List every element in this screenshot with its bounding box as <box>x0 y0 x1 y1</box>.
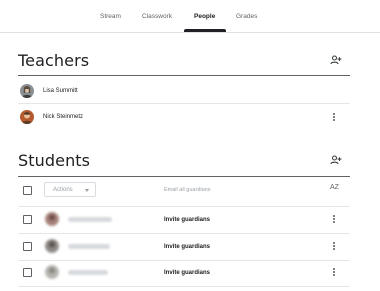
tab-grades[interactable]: Grades <box>236 13 257 20</box>
student-name-redacted <box>68 217 112 222</box>
person-add-icon[interactable] <box>330 155 342 165</box>
invite-guardians-link[interactable]: Invite guardians <box>164 270 210 276</box>
select-all-checkbox[interactable] <box>23 186 32 195</box>
actions-label: Actions <box>53 186 73 193</box>
chevron-down-icon <box>85 188 89 192</box>
students-divider <box>18 176 350 177</box>
students-heading: Students <box>18 151 91 170</box>
active-tab-indicator <box>184 29 226 32</box>
tab-people[interactable]: People <box>194 13 215 20</box>
student-checkbox[interactable] <box>23 268 32 277</box>
avatar <box>45 265 59 279</box>
row-divider <box>18 286 350 287</box>
student-name-redacted <box>68 270 108 275</box>
teachers-heading: Teachers <box>18 51 90 70</box>
avatar <box>20 110 34 124</box>
avatar <box>20 84 34 98</box>
person-add-icon[interactable] <box>330 55 342 65</box>
teacher-name: Lisa Summitt <box>43 88 78 94</box>
student-name-redacted <box>68 244 110 249</box>
tab-classwork[interactable]: Classwork <box>142 13 172 20</box>
more-options-icon[interactable] <box>332 268 336 278</box>
row-divider <box>18 206 350 207</box>
actions-dropdown[interactable]: Actions <box>44 182 96 197</box>
row-divider <box>18 233 350 234</box>
teacher-name: Nick Steinmetz <box>43 114 84 120</box>
more-options-icon[interactable] <box>332 242 336 252</box>
more-options-icon[interactable] <box>332 215 336 225</box>
class-tab-bar: Stream Classwork People Grades <box>0 0 380 33</box>
row-divider <box>18 260 350 261</box>
email-all-guardians-link[interactable]: Email all guardians <box>164 187 210 193</box>
tab-stream[interactable]: Stream <box>100 13 121 20</box>
row-divider <box>18 103 350 104</box>
invite-guardians-link[interactable]: Invite guardians <box>164 244 210 250</box>
teachers-divider <box>18 75 350 76</box>
invite-guardians-link[interactable]: Invite guardians <box>164 217 210 223</box>
student-checkbox[interactable] <box>23 242 32 251</box>
avatar <box>45 212 59 226</box>
sort-az-icon[interactable]: AZ <box>330 184 339 191</box>
avatar <box>45 239 59 253</box>
more-options-icon[interactable] <box>332 113 336 123</box>
student-checkbox[interactable] <box>23 215 32 224</box>
